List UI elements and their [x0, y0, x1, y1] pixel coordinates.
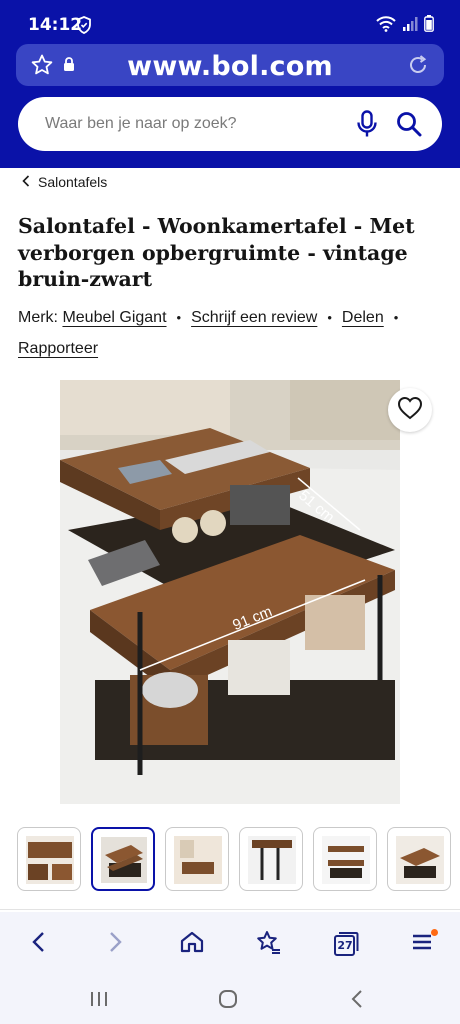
back-icon [31, 931, 45, 958]
breadcrumb[interactable]: Salontafels [22, 174, 107, 190]
product-meta: Merk: Meubel Gigant • Schrijf een review… [18, 309, 408, 327]
brand-link[interactable]: Meubel Gigant [62, 309, 166, 327]
reload-icon[interactable] [406, 53, 430, 82]
thumbnail[interactable] [239, 827, 303, 891]
report-link[interactable]: Rapporteer [18, 340, 98, 358]
shield-icon [76, 16, 92, 34]
url-text: www.bol.com [127, 51, 333, 82]
divider [0, 909, 460, 910]
search-icon[interactable] [396, 111, 422, 142]
mic-icon[interactable] [356, 110, 378, 143]
home-circle-icon [218, 989, 238, 1014]
tab-count: 27 [337, 939, 353, 952]
browser-toolbar: 27 [0, 912, 460, 976]
home-nav-button[interactable] [213, 986, 243, 1016]
thumbnail-strip [17, 827, 457, 891]
back-button[interactable] [22, 928, 54, 960]
separator: • [176, 310, 182, 325]
menu-button[interactable] [406, 928, 438, 960]
menu-icon [411, 933, 433, 956]
thumbnail[interactable] [387, 827, 451, 891]
product-meta-2: Rapporteer [18, 340, 98, 358]
search-input[interactable]: Waar ben je naar op zoek? [18, 97, 442, 151]
address-bar[interactable]: www.bol.com [16, 44, 444, 86]
forward-icon [109, 931, 123, 958]
search-placeholder: Waar ben je naar op zoek? [45, 115, 237, 132]
battery-icon [424, 15, 434, 32]
breadcrumb-link[interactable]: Salontafels [38, 174, 107, 190]
bookmark-star-icon [255, 930, 281, 959]
thumbnail[interactable] [17, 827, 81, 891]
system-nav-bar [0, 976, 460, 1024]
status-bar: 14:12 [0, 0, 460, 44]
heart-icon [397, 396, 423, 425]
back-nav-button[interactable] [342, 986, 372, 1016]
thumbnail-active[interactable] [91, 827, 155, 891]
favorite-button[interactable] [388, 388, 432, 432]
back-nav-icon [351, 989, 363, 1014]
chevron-left-icon [22, 174, 30, 190]
tabs-button[interactable]: 27 [330, 928, 362, 960]
status-time: 14:12 [28, 15, 83, 35]
write-review-link[interactable]: Schrijf een review [191, 309, 317, 327]
thumbnail[interactable] [313, 827, 377, 891]
tabs-icon: 27 [333, 931, 359, 957]
home-icon [180, 931, 204, 958]
wifi-icon [376, 15, 396, 32]
separator: • [327, 310, 332, 325]
notification-dot [431, 929, 438, 936]
product-title: Salontafel - Woonkamertafel - Met verbor… [18, 214, 415, 291]
home-button[interactable] [176, 928, 208, 960]
share-link[interactable]: Delen [342, 309, 384, 327]
signal-icon [402, 16, 418, 32]
brand-label: Merk: [18, 309, 58, 326]
forward-button[interactable] [100, 928, 132, 960]
recent-apps-button[interactable] [84, 986, 114, 1016]
product-image[interactable]: 51 cm 91 cm [60, 380, 400, 804]
separator: • [393, 310, 399, 325]
recent-apps-icon [89, 990, 109, 1013]
thumbnail[interactable] [165, 827, 229, 891]
bookmarks-button[interactable] [252, 928, 284, 960]
